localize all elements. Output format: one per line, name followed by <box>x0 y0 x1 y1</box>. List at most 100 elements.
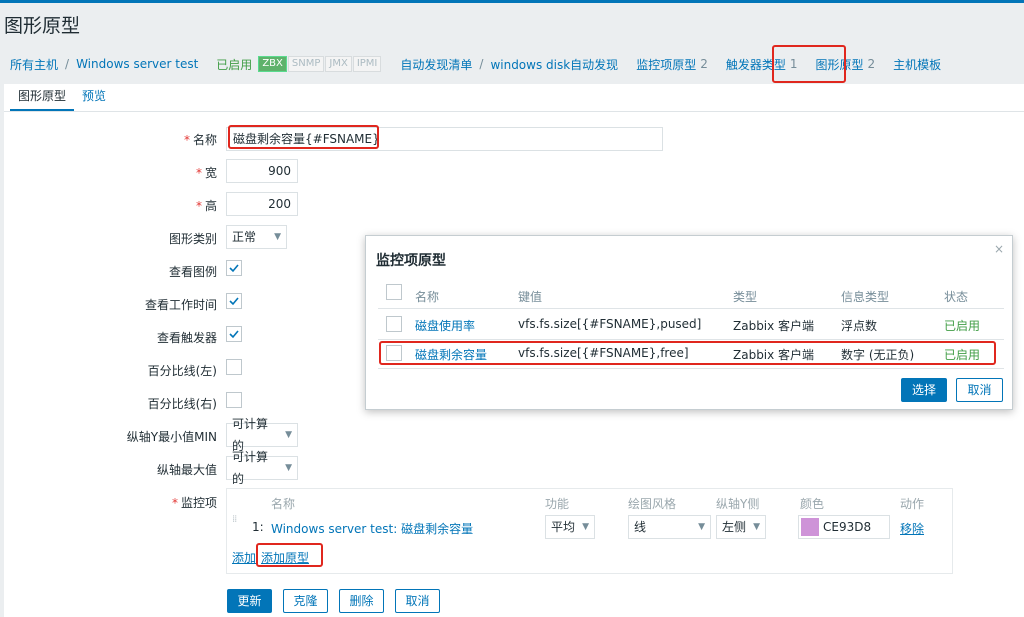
snmp-badge: SNMP <box>287 56 325 72</box>
close-icon[interactable]: × <box>994 242 1004 256</box>
delete-button[interactable]: 删除 <box>339 589 384 613</box>
breadcrumb-trigger-types[interactable]: 触发器类型 <box>726 56 786 73</box>
breadcrumb-separator: / <box>65 57 70 71</box>
row-checkbox[interactable] <box>386 345 402 361</box>
items-header-action: 动作 <box>900 497 925 511</box>
show-working-time-label: 查看工作时间 <box>144 298 217 312</box>
chevron-down-icon: ▼ <box>753 522 760 532</box>
dialog-row-key: vfs.fs.size[{#FSNAME},free] <box>518 346 689 360</box>
update-button[interactable]: 更新 <box>227 589 272 613</box>
ymax-select[interactable]: 可计算的 ▼ <box>226 450 298 486</box>
dialog-header-type: 类型 <box>733 290 758 304</box>
zbx-badge: ZBX <box>258 56 287 72</box>
items-header-color: 颜色 <box>800 497 825 511</box>
breadcrumb-all-hosts[interactable]: 所有主机 <box>10 56 58 73</box>
breadcrumb-host[interactable]: Windows server test <box>76 57 198 71</box>
chevron-down-icon: ▼ <box>582 522 589 532</box>
name-label: * 名称 <box>183 133 217 147</box>
name-input[interactable]: 磁盘剩余容量{#FSNAME} <box>226 127 663 151</box>
dialog-row-info-type: 数字 (无正负) <box>841 348 915 362</box>
show-triggers-label: 查看触发器 <box>156 331 217 345</box>
dialog-row-info-type: 浮点数 <box>841 319 878 333</box>
item-remove-link[interactable]: 移除 <box>900 520 924 537</box>
divider <box>378 308 1004 309</box>
dialog-header-name: 名称 <box>415 290 440 304</box>
breadcrumb-item-prototypes[interactable]: 监控项原型 <box>636 56 696 73</box>
chevron-down-icon: ▼ <box>274 232 281 242</box>
width-input[interactable]: 900 <box>226 159 298 183</box>
breadcrumb: 所有主机 / Windows server test 已启用 ZBX SNMP … <box>0 44 1024 84</box>
item-name-link[interactable]: Windows server test: 磁盘剩余容量 <box>271 520 473 537</box>
divider <box>378 368 1004 369</box>
dialog-row-type: Zabbix 客户端 <box>733 319 815 333</box>
dialog-row-name-link[interactable]: 磁盘剩余容量 <box>415 346 487 363</box>
dialog-header-status: 状态 <box>944 290 969 304</box>
dialog-title: 监控项原型 <box>376 253 446 269</box>
dialog-header-key: 键值 <box>518 290 543 304</box>
top-accent-line <box>0 0 1024 3</box>
dialog-cancel-button[interactable]: 取消 <box>956 378 1003 402</box>
dialog-row-key: vfs.fs.size[{#FSNAME},pused] <box>518 317 702 331</box>
item-function-select[interactable]: 平均 ▼ <box>545 515 595 539</box>
page-title: 图形原型 <box>4 15 81 37</box>
items-header-function: 功能 <box>545 497 570 511</box>
percentile-right-label: 百分比线(右) <box>147 397 217 411</box>
tab-graph-prototype[interactable]: 图形原型 <box>10 84 75 111</box>
dialog-row-name-link[interactable]: 磁盘使用率 <box>415 317 475 334</box>
percentile-right-checkbox[interactable] <box>226 392 242 408</box>
items-header-draw-style: 绘图风格 <box>628 497 677 511</box>
show-legend-label: 查看图例 <box>168 265 217 279</box>
breadcrumb-discovery-rule[interactable]: windows disk自动发现 <box>490 56 618 73</box>
dialog-row-status: 已启用 <box>944 348 981 362</box>
add-item-link[interactable]: 添加 <box>232 549 256 566</box>
percentile-left-label: 百分比线(左) <box>147 364 217 378</box>
breadcrumb-separator: / <box>479 57 484 71</box>
add-prototype-link[interactable]: 添加原型 <box>261 549 309 566</box>
chevron-down-icon: ▼ <box>698 522 705 532</box>
item-prototypes-count: 2 <box>700 57 708 71</box>
chevron-down-icon: ▼ <box>285 430 292 440</box>
ymax-label: 纵轴最大值 <box>156 463 217 477</box>
clone-button[interactable]: 克隆 <box>283 589 328 613</box>
percentile-left-checkbox[interactable] <box>226 359 242 375</box>
item-prototypes-dialog: 监控项原型 × 名称 键值 类型 信息类型 状态 磁盘使用率 vfs.fs.si… <box>365 235 1013 410</box>
cancel-button[interactable]: 取消 <box>395 589 440 613</box>
width-label: * 宽 <box>195 166 217 180</box>
ymin-label: 纵轴Y最小值MIN <box>126 430 217 444</box>
ipmi-badge: IPMI <box>352 56 382 72</box>
jmx-badge: JMX <box>325 56 352 72</box>
form-tabs: 图形原型 预览 <box>4 84 1024 112</box>
show-working-time-checkbox[interactable] <box>226 293 242 309</box>
graph-prototypes-count: 2 <box>867 57 876 71</box>
breadcrumb-discovery-list[interactable]: 自动发现清单 <box>400 56 472 73</box>
dialog-select-button[interactable]: 选择 <box>901 378 947 402</box>
host-status-enabled[interactable]: 已启用 <box>216 56 252 73</box>
dialog-header-info-type: 信息类型 <box>841 290 890 304</box>
items-header-y-axis: 纵轴Y侧 <box>716 497 760 511</box>
graph-type-select[interactable]: 正常 ▼ <box>226 225 287 249</box>
row-checkbox[interactable] <box>386 316 402 332</box>
dialog-row-type: Zabbix 客户端 <box>733 348 815 362</box>
divider <box>378 339 1004 340</box>
items-label: * 监控项 <box>171 496 217 510</box>
show-triggers-checkbox[interactable] <box>226 326 242 342</box>
item-y-axis-select[interactable]: 左侧 ▼ <box>716 515 766 539</box>
height-label: * 高 <box>195 199 217 213</box>
item-color-swatch[interactable] <box>801 518 819 536</box>
select-all-checkbox[interactable] <box>386 284 402 300</box>
breadcrumb-graph-prototypes[interactable]: 图形原型 <box>816 56 864 73</box>
drag-handle-icon[interactable]: ⁞⁞ <box>232 515 238 535</box>
items-header-name: 名称 <box>271 497 296 511</box>
trigger-types-count: 1 <box>789 57 798 71</box>
dialog-row-status: 已启用 <box>944 319 981 333</box>
show-legend-checkbox[interactable] <box>226 260 242 276</box>
ymin-select[interactable]: 可计算的 ▼ <box>226 417 298 453</box>
height-input[interactable]: 200 <box>226 192 298 216</box>
item-index: 1: <box>252 520 264 534</box>
chevron-down-icon: ▼ <box>285 463 292 473</box>
item-draw-style-select[interactable]: 线 ▼ <box>628 515 711 539</box>
breadcrumb-host-templates[interactable]: 主机模板 <box>893 56 941 73</box>
tab-preview[interactable]: 预览 <box>74 84 114 111</box>
graph-type-label: 图形类别 <box>168 232 217 246</box>
availability-badges: ZBX SNMP JMX IPMI <box>258 56 382 72</box>
